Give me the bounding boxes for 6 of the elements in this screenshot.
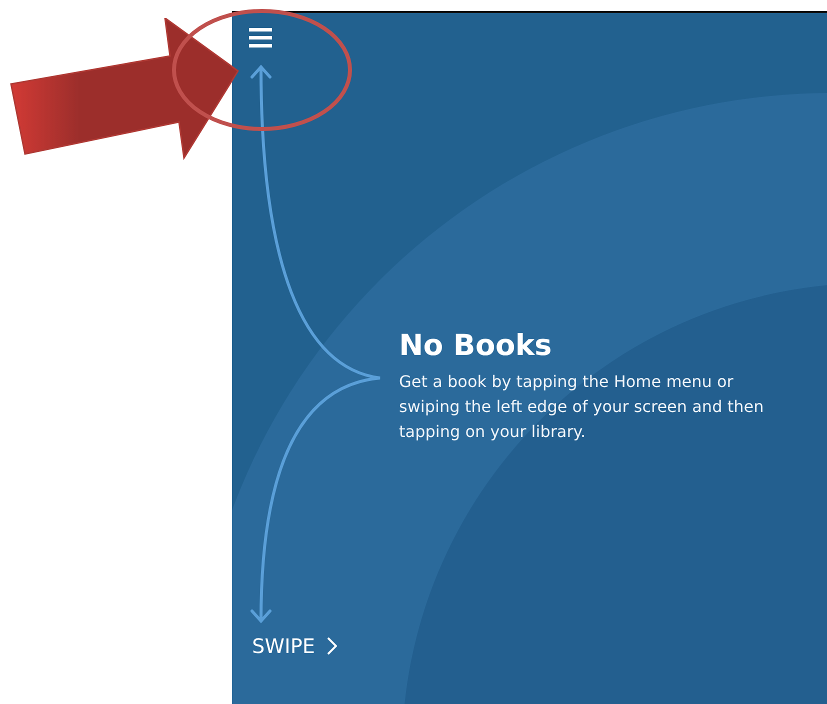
empty-state-title: No Books — [399, 327, 553, 363]
menu-button[interactable] — [249, 27, 272, 49]
empty-state-message: Get a book by tapping the Home menu or swiping the left edge of your screen and then tapping on your library. — [399, 371, 765, 443]
menu-icon — [249, 27, 272, 49]
chevron-right-icon — [327, 637, 338, 655]
swipe-label: SWIPE — [252, 634, 316, 658]
